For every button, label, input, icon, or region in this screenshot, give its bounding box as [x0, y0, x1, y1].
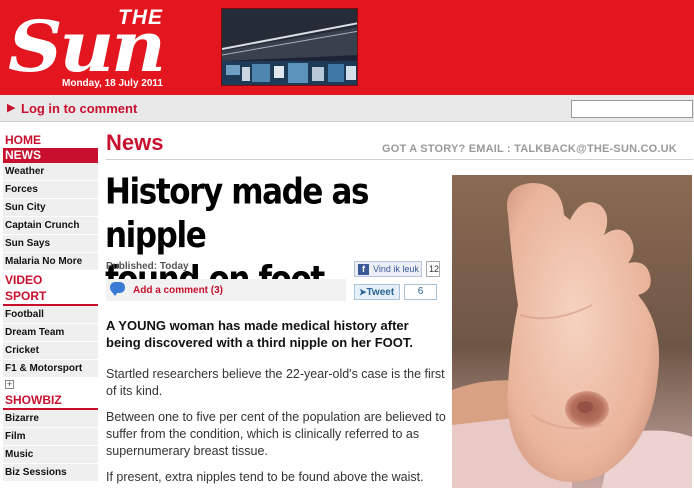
nav-sport[interactable]: SPORT	[3, 288, 98, 304]
nav-item-sun-says[interactable]: Sun Says	[3, 235, 98, 253]
search-input[interactable]	[571, 100, 693, 118]
add-comment-row: Add a comment (3)	[106, 279, 346, 301]
nav-item-biz-sessions[interactable]: Biz Sessions	[3, 464, 98, 482]
nav-item-football[interactable]: Football	[3, 306, 98, 324]
nav-item-malaria-no-more[interactable]: Malaria No More	[3, 253, 98, 271]
nav-item-dream-team[interactable]: Dream Team	[3, 324, 98, 342]
masthead-date: Monday, 18 July 2011	[62, 78, 163, 89]
published-date: Published: Today	[106, 261, 189, 272]
promo-graphic	[222, 9, 357, 85]
speech-bubble-icon	[110, 282, 125, 296]
section-divider	[106, 159, 693, 160]
nav-item-weather[interactable]: Weather	[3, 163, 98, 181]
nav-item-forces[interactable]: Forces	[3, 181, 98, 199]
article-photo[interactable]	[452, 175, 692, 488]
left-navigation: HOME NEWS Weather Forces Sun City Captai…	[3, 132, 98, 482]
nav-item-f1-motorsport[interactable]: F1 & Motorsport	[3, 360, 98, 378]
nav-showbiz[interactable]: SHOWBIZ	[3, 392, 98, 408]
article-lede: A YOUNG woman has made medical history a…	[106, 318, 413, 350]
article-paragraph: Startled researchers believe the 22-year…	[106, 367, 445, 398]
article-paragraph: If present, extra nipples tend to be fou…	[106, 470, 424, 484]
facebook-like-count: 12	[426, 261, 440, 277]
nav-item-captain-crunch[interactable]: Captain Crunch	[3, 217, 98, 235]
facebook-like-label: Vind ik leuk	[373, 264, 419, 274]
play-arrow-icon: ▶	[7, 102, 16, 114]
article-paragraph: Between one to five per cent of the popu…	[106, 410, 446, 458]
nav-item-film[interactable]: Film	[3, 428, 98, 446]
header-promo-image[interactable]	[221, 8, 358, 86]
facebook-like-button[interactable]: f Vind ik leuk	[354, 261, 422, 277]
nav-item-music[interactable]: Music	[3, 446, 98, 464]
logo-sun-text: Sun	[8, 5, 166, 88]
nav-news[interactable]: NEWS	[3, 148, 98, 163]
nav-item-bizarre[interactable]: Bizarre	[3, 410, 98, 428]
nav-item-sun-city[interactable]: Sun City	[3, 199, 98, 217]
tweet-label: Tweet	[366, 287, 395, 298]
login-to-comment-link[interactable]: Log in to comment	[21, 101, 137, 116]
twitter-bird-icon: ➤	[359, 287, 367, 297]
foot-photo-graphic	[452, 175, 692, 488]
headline-line-1: History made as nipple	[105, 171, 369, 257]
story-tip-email[interactable]: GOT A STORY? EMAIL : TALKBACK@THE-SUN.CO…	[382, 143, 677, 155]
login-bar: ▶ Log in to comment	[0, 95, 694, 122]
tweet-button[interactable]: ➤Tweet	[354, 284, 400, 300]
tweet-count: 6	[404, 284, 437, 300]
add-comment-link[interactable]: Add a comment (3)	[133, 285, 223, 296]
section-title[interactable]: News	[106, 130, 163, 156]
plus-icon[interactable]: +	[5, 380, 14, 389]
nav-video[interactable]: VIDEO	[3, 272, 98, 288]
facebook-icon: f	[358, 264, 369, 275]
article-page: THE Sun Monday, 18 July 2011 ▶ Log in to…	[0, 0, 694, 488]
the-sun-logo[interactable]: THE Sun	[8, 2, 214, 88]
masthead: THE Sun Monday, 18 July 2011	[0, 0, 694, 95]
nav-home[interactable]: HOME	[3, 132, 98, 148]
nav-item-cricket[interactable]: Cricket	[3, 342, 98, 360]
